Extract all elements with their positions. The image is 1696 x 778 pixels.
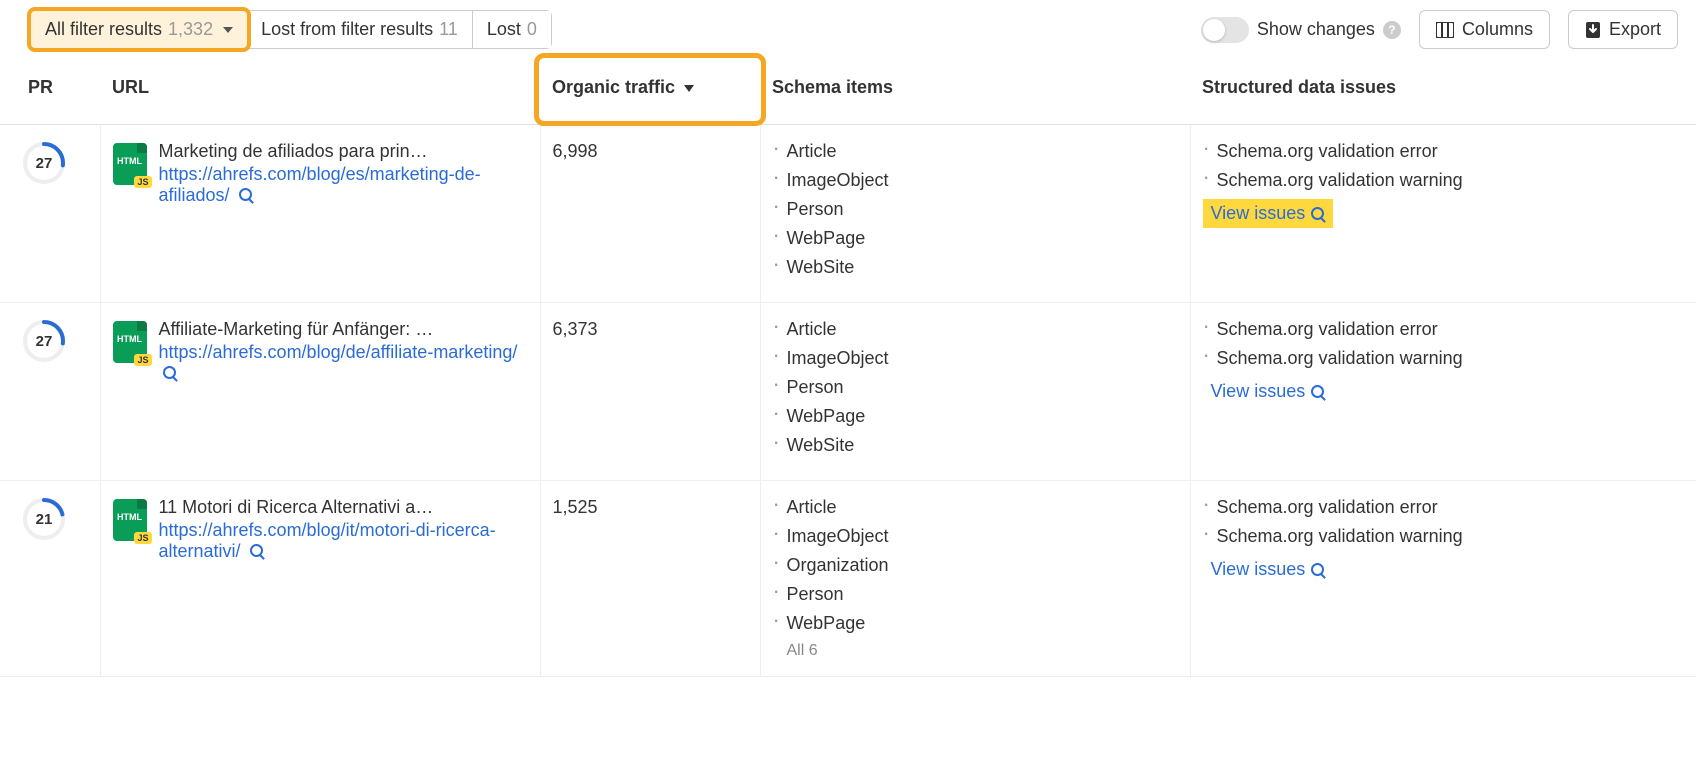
issues-list: Schema.org validation error Schema.org va…: [1203, 141, 1685, 191]
issues-cell: Schema.org validation error Schema.org va…: [1190, 303, 1696, 481]
tab-count: 11: [439, 19, 458, 40]
issue-item: Schema.org validation warning: [1203, 348, 1685, 369]
export-icon: [1585, 21, 1601, 39]
schema-item: Person: [773, 584, 1178, 605]
filter-tabs: All filter results 1,332 Lost from filter …: [30, 10, 552, 49]
issues-list: Schema.org validation error Schema.org va…: [1203, 319, 1685, 369]
schema-list: Article ImageObject Person WebPage WebSite: [773, 141, 1178, 278]
pr-badge: 21: [22, 497, 66, 541]
view-issues-link[interactable]: View issues: [1203, 199, 1334, 228]
page-url-link[interactable]: https://ahrefs.com/blog/es/marketing-de-…: [159, 164, 528, 206]
schema-item: WebSite: [773, 257, 1178, 278]
pr-cell: 21: [0, 481, 100, 677]
search-icon: [1311, 207, 1325, 221]
pr-cell: 27: [0, 125, 100, 303]
tab-label: All filter results: [45, 19, 162, 40]
columns-icon: [1436, 22, 1454, 38]
schema-item: Article: [773, 319, 1178, 340]
schema-item: Organization: [773, 555, 1178, 576]
col-header-pr[interactable]: PR: [0, 61, 100, 125]
col-header-url[interactable]: URL: [100, 61, 540, 125]
html-js-file-icon: HTMLJS: [113, 321, 147, 363]
page-url-link[interactable]: https://ahrefs.com/blog/it/motori-di-ric…: [159, 520, 528, 562]
url-cell: HTMLJS Affiliate-Marketing für Anfänger: …: [100, 303, 540, 481]
pr-badge: 27: [22, 141, 66, 185]
show-changes-control: Show changes ?: [1201, 17, 1401, 43]
schema-item: Article: [773, 141, 1178, 162]
export-label: Export: [1609, 19, 1661, 40]
pr-badge: 27: [22, 319, 66, 363]
view-issues-link[interactable]: View issues: [1203, 555, 1334, 584]
search-icon: [1311, 563, 1325, 577]
chevron-down-icon: [223, 27, 233, 33]
issues-cell: Schema.org validation error Schema.org va…: [1190, 125, 1696, 303]
issue-item: Schema.org validation error: [1203, 319, 1685, 340]
issue-item: Schema.org validation error: [1203, 497, 1685, 518]
table-row: 27 HTMLJS Affiliate-Marketing für Anfänger…: [0, 303, 1696, 481]
tab-label: Lost from filter results: [261, 19, 433, 40]
schema-item: ImageObject: [773, 526, 1178, 547]
col-header-structured-data-issues[interactable]: Structured data issues: [1190, 61, 1696, 125]
schema-item: Person: [773, 199, 1178, 220]
search-icon[interactable]: [239, 188, 253, 202]
schema-list: Article ImageObject Organization Person WebP…: [773, 497, 1178, 634]
schema-item: WebPage: [773, 228, 1178, 249]
issue-item: Schema.org validation warning: [1203, 526, 1685, 547]
page-url-link[interactable]: https://ahrefs.com/blog/de/affiliate-mar…: [159, 342, 528, 384]
schema-show-all[interactable]: All 6: [773, 642, 1178, 660]
toolbar: All filter results 1,332 Lost from filter …: [0, 0, 1696, 61]
schema-list: Article ImageObject Person WebPage WebSite: [773, 319, 1178, 456]
issue-item: Schema.org validation error: [1203, 141, 1685, 162]
show-changes-toggle[interactable]: [1201, 17, 1249, 43]
search-icon: [1311, 385, 1325, 399]
toolbar-right: Show changes ? Columns Export: [1201, 10, 1678, 49]
html-js-file-icon: HTMLJS: [113, 143, 147, 185]
tab-count: 1,332: [168, 19, 213, 40]
html-js-file-icon: HTMLJS: [113, 499, 147, 541]
table-row: 27 HTMLJS Marketing de afiliados para prin…: [0, 125, 1696, 303]
col-header-organic-traffic[interactable]: Organic traffic: [540, 61, 760, 125]
schema-items-cell: Article ImageObject Person WebPage WebSite: [760, 303, 1190, 481]
url-cell: HTMLJS Marketing de afiliados para prin…h…: [100, 125, 540, 303]
url-cell: HTMLJS 11 Motori di Ricerca Alternativi a…: [100, 481, 540, 677]
schema-item: ImageObject: [773, 170, 1178, 191]
filter-tab-1[interactable]: Lost from filter results 11: [247, 11, 473, 48]
pr-cell: 27: [0, 303, 100, 481]
search-icon[interactable]: [163, 366, 177, 380]
filter-tab-0[interactable]: All filter results 1,332: [27, 7, 251, 52]
issue-item: Schema.org validation warning: [1203, 170, 1685, 191]
tab-count: 0: [527, 19, 537, 40]
col-header-traffic-label: Organic traffic: [552, 77, 675, 97]
sort-descending-icon: [684, 85, 694, 92]
col-header-schema-items[interactable]: Schema items: [760, 61, 1190, 125]
schema-item: WebPage: [773, 613, 1178, 634]
traffic-cell: 6,998: [540, 125, 760, 303]
schema-items-cell: Article ImageObject Person WebPage WebSite: [760, 125, 1190, 303]
schema-item: ImageObject: [773, 348, 1178, 369]
export-button[interactable]: Export: [1568, 10, 1678, 49]
columns-button[interactable]: Columns: [1419, 10, 1550, 49]
page-title: 11 Motori di Ricerca Alternativi a…: [159, 497, 528, 518]
columns-label: Columns: [1462, 19, 1533, 40]
schema-item: Article: [773, 497, 1178, 518]
traffic-cell: 6,373: [540, 303, 760, 481]
traffic-cell: 1,525: [540, 481, 760, 677]
schema-items-cell: Article ImageObject Organization Person WebP…: [760, 481, 1190, 677]
schema-item: Person: [773, 377, 1178, 398]
help-icon[interactable]: ?: [1383, 21, 1401, 39]
page-title: Marketing de afiliados para prin…: [159, 141, 528, 162]
view-issues-link[interactable]: View issues: [1203, 377, 1334, 406]
schema-item: WebSite: [773, 435, 1178, 456]
show-changes-label: Show changes: [1257, 19, 1375, 40]
schema-item: WebPage: [773, 406, 1178, 427]
filter-tab-2[interactable]: Lost 0: [473, 11, 551, 48]
tab-label: Lost: [487, 19, 521, 40]
page-title: Affiliate-Marketing für Anfänger: …: [159, 319, 528, 340]
results-table: PR URL Organic traffic Schema items Stru…: [0, 61, 1696, 677]
issues-cell: Schema.org validation error Schema.org va…: [1190, 481, 1696, 677]
issues-list: Schema.org validation error Schema.org va…: [1203, 497, 1685, 547]
table-row: 21 HTMLJS 11 Motori di Ricerca Alternativi…: [0, 481, 1696, 677]
search-icon[interactable]: [250, 544, 264, 558]
